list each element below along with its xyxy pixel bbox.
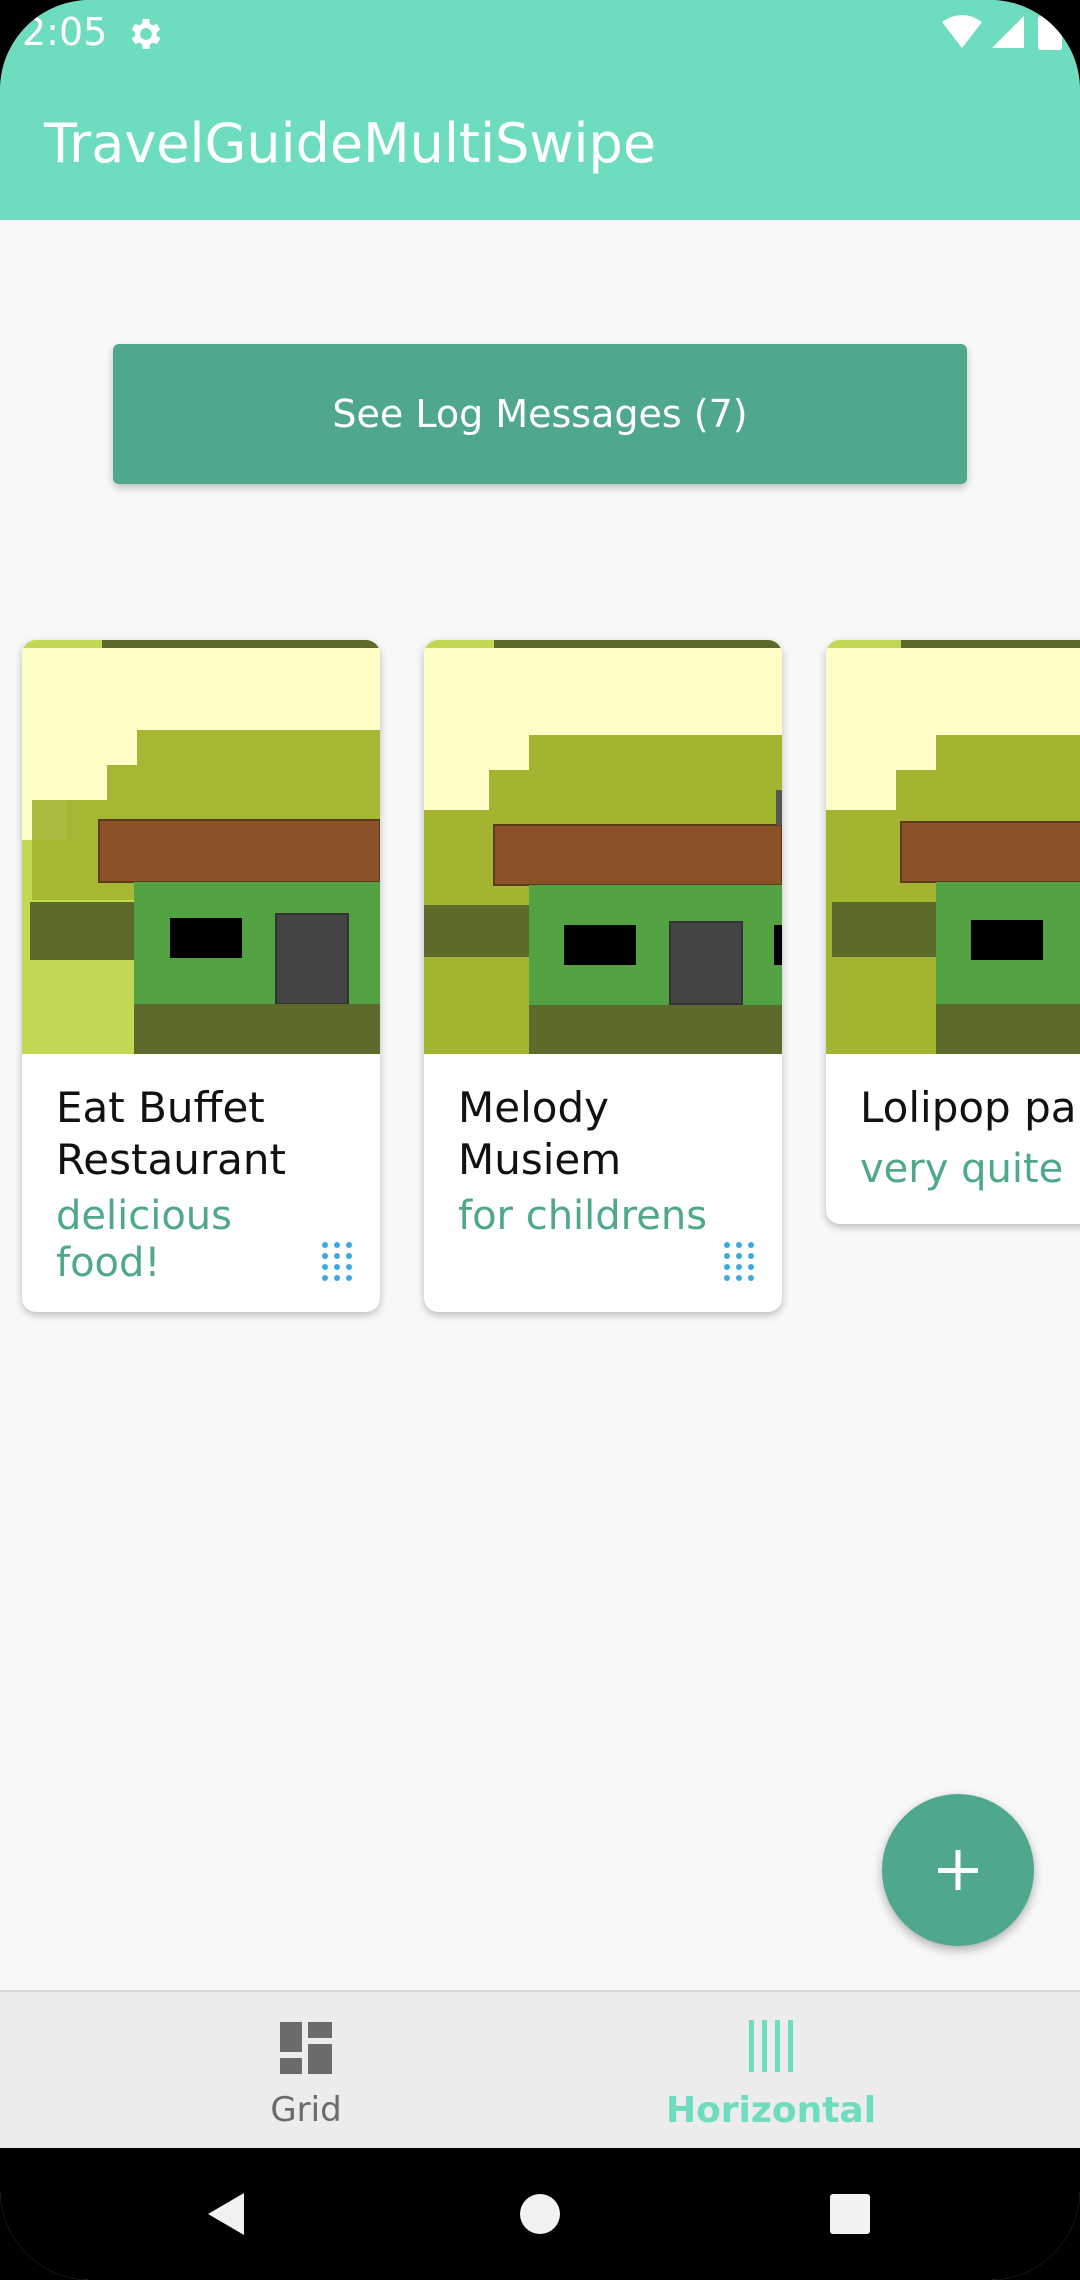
place-card[interactable]: Eat Buffet Restaurant delicious food! [22, 640, 380, 1312]
recents-icon[interactable] [830, 2194, 870, 2234]
back-icon[interactable] [206, 2191, 246, 2237]
battery-icon [1038, 16, 1062, 50]
status-time: 2:05 [22, 10, 108, 54]
nav-label-grid: Grid [270, 2090, 342, 2130]
card-subtitle: for childrens [458, 1193, 708, 1239]
wifi-icon [942, 15, 982, 48]
gear-icon [131, 19, 161, 49]
drag-handle-icon[interactable] [320, 1240, 354, 1282]
home-icon[interactable] [519, 2193, 561, 2235]
vertical-bars-icon [749, 2020, 793, 2072]
card-title: Lolipop par [860, 1083, 1080, 1132]
add-place-button[interactable] [882, 1794, 1034, 1946]
bottom-navigation: Grid Horizontal [0, 1990, 1080, 2150]
place-card[interactable]: Lolipop par very quite [826, 640, 1080, 1224]
card-title: Eat Buffet Restaurant [56, 1083, 286, 1184]
app-title: TravelGuideMultiSwipe [44, 112, 657, 175]
card-subtitle: delicious food! [56, 1193, 232, 1286]
place-card[interactable]: Melody Musiem for childrens [424, 640, 782, 1312]
card-title: Melody Musiem [458, 1083, 622, 1184]
place-image [826, 640, 1080, 1054]
place-image [424, 640, 782, 1054]
nav-item-grid[interactable]: Grid [36, 1992, 576, 2150]
signal-icon [992, 16, 1024, 48]
place-image [22, 640, 380, 1054]
plus-icon [938, 1850, 978, 1890]
card-subtitle: very quite [860, 1146, 1064, 1192]
nav-item-horizontal[interactable]: Horizontal [501, 1992, 1041, 2150]
system-navigation-bar [0, 2148, 1080, 2280]
grid-dashboard-icon [280, 2022, 332, 2074]
app-screen: 2:05 TravelGuideMultiSwipe See Log Messa… [0, 0, 1080, 2280]
nav-label-horizontal: Horizontal [665, 2090, 877, 2131]
drag-handle-icon[interactable] [722, 1240, 756, 1282]
app-bar: 2:05 TravelGuideMultiSwipe [0, 0, 1080, 220]
see-log-messages-button[interactable]: See Log Messages (7) [113, 344, 967, 484]
status-icons [942, 15, 1062, 50]
